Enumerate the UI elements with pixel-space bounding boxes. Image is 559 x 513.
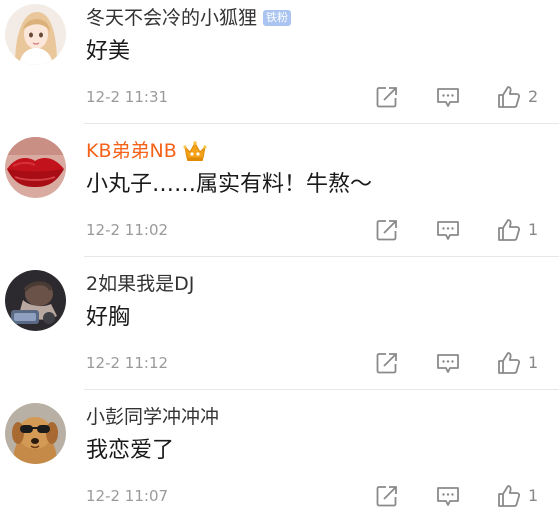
username[interactable]: 2如果我是DJ [86, 270, 194, 298]
crown-icon[interactable] [183, 140, 207, 162]
divider [84, 256, 559, 257]
comment-meta: 12-2 11:02 1 [86, 215, 559, 245]
comment-item: 冬天不会冷的小狐狸 铁粉 好美 12-2 11:31 2 [0, 0, 559, 124]
fan-badge[interactable]: 铁粉 [263, 10, 292, 26]
share-icon[interactable] [374, 217, 400, 243]
comment-item: 小彭同学冲冲冲 我恋爱了 12-2 11:07 1 [0, 399, 559, 513]
username[interactable]: KB弟弟NB [86, 137, 177, 165]
share-icon[interactable] [374, 350, 400, 376]
like-icon[interactable] [496, 217, 522, 243]
timestamp: 12-2 11:31 [86, 88, 169, 106]
share-icon[interactable] [374, 483, 400, 509]
reply-icon[interactable] [435, 84, 461, 110]
comment-meta: 12-2 11:07 1 [86, 481, 559, 511]
share-icon[interactable] [374, 84, 400, 110]
timestamp: 12-2 11:02 [86, 221, 169, 239]
avatar[interactable] [5, 403, 66, 464]
like-count: 1 [528, 353, 539, 372]
comment-item: KB弟弟NB 小丸子……属实有料！牛熬～ 12-2 11:02 1 [0, 133, 559, 257]
username[interactable]: 冬天不会冷的小狐狸 [86, 4, 257, 32]
reply-icon[interactable] [435, 217, 461, 243]
username-row: 2如果我是DJ [86, 270, 194, 298]
username-row: 冬天不会冷的小狐狸 铁粉 [86, 4, 292, 32]
comment-text: 好美 [86, 39, 131, 64]
divider [84, 389, 559, 390]
like-count: 2 [528, 87, 539, 106]
reply-icon[interactable] [435, 350, 461, 376]
divider [84, 123, 559, 124]
username-row: 小彭同学冲冲冲 [86, 403, 219, 431]
comment-text: 小丸子……属实有料！牛熬～ [86, 172, 373, 197]
like-count: 1 [528, 486, 539, 505]
avatar[interactable] [5, 137, 66, 198]
like-count: 1 [528, 220, 539, 239]
like-icon[interactable] [496, 350, 522, 376]
avatar[interactable] [5, 270, 66, 331]
timestamp: 12-2 11:12 [86, 354, 169, 372]
reply-icon[interactable] [435, 483, 461, 509]
comment-meta: 12-2 11:31 2 [86, 82, 559, 112]
username[interactable]: 小彭同学冲冲冲 [86, 403, 219, 431]
like-icon[interactable] [496, 483, 522, 509]
comment-text: 我恋爱了 [86, 438, 175, 463]
comment-item: 2如果我是DJ 好胸 12-2 11:12 1 [0, 266, 559, 390]
comment-meta: 12-2 11:12 1 [86, 348, 559, 378]
like-icon[interactable] [496, 84, 522, 110]
timestamp: 12-2 11:07 [86, 487, 169, 505]
avatar[interactable] [5, 4, 66, 65]
username-row: KB弟弟NB [86, 137, 207, 165]
comment-text: 好胸 [86, 305, 131, 330]
